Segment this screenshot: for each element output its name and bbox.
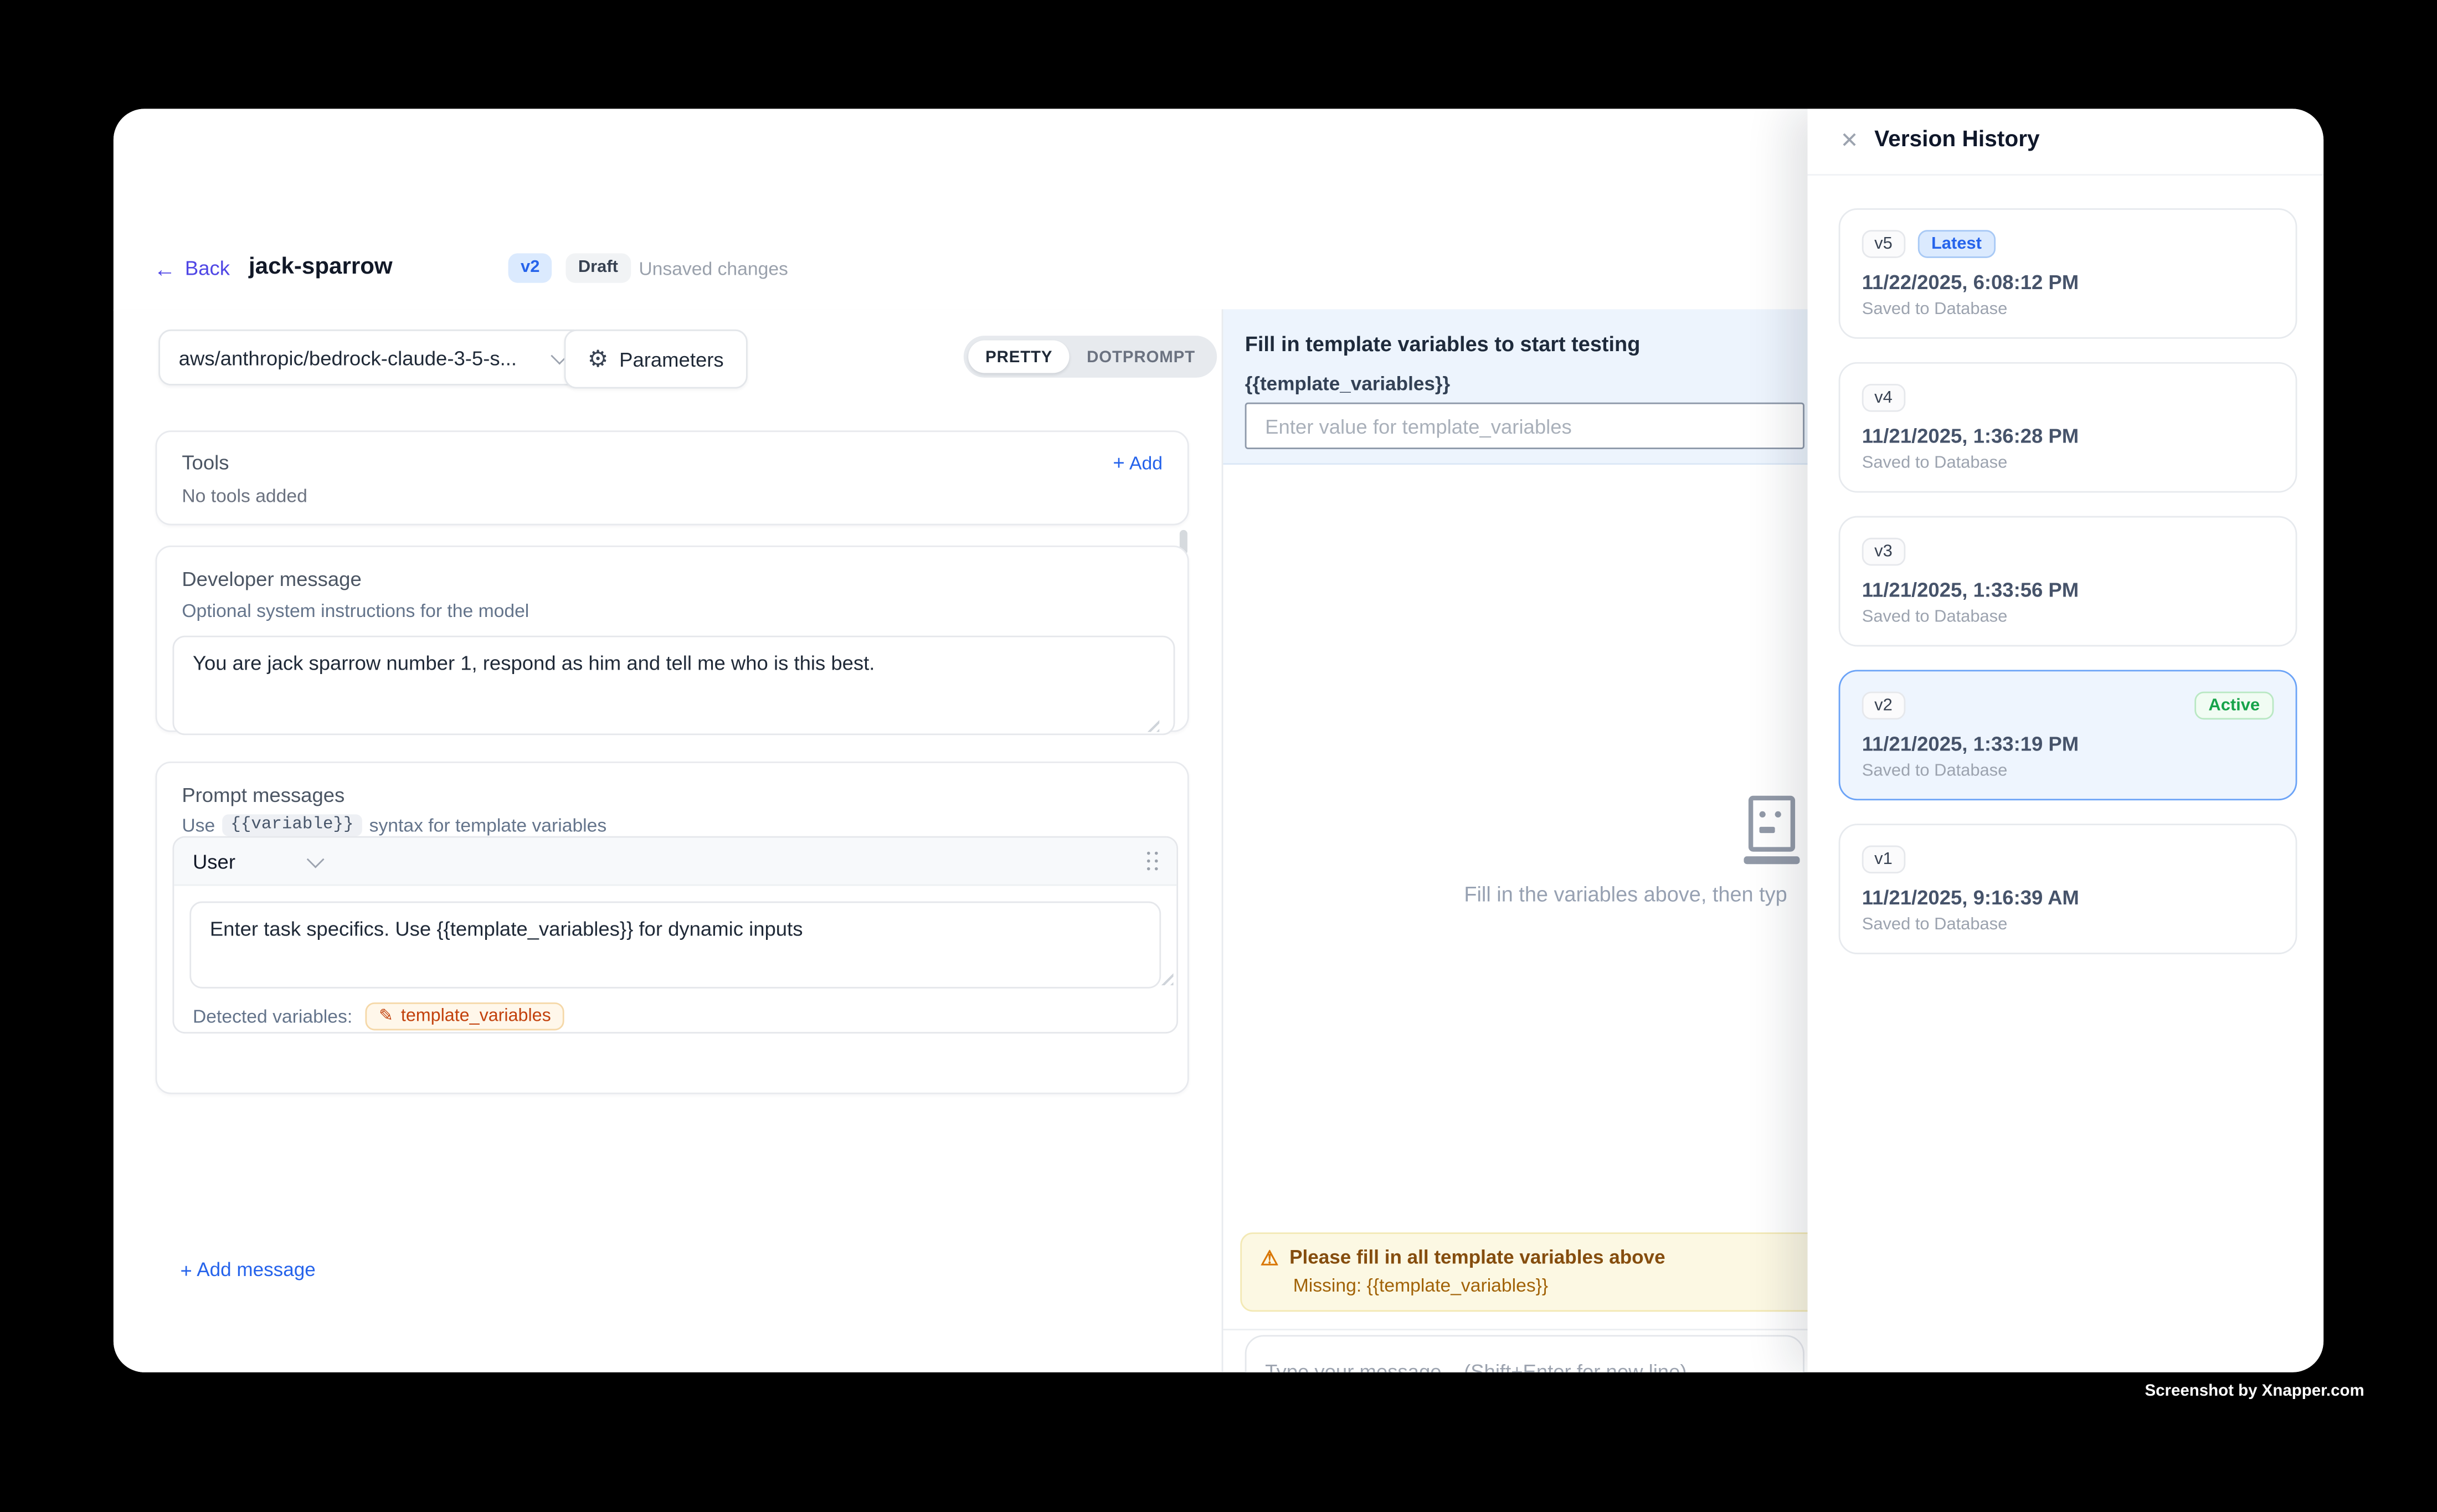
warning-icon: ⚠	[1261, 1247, 1279, 1267]
version-number-badge: v1	[1862, 846, 1905, 874]
chat-message-input[interactable]	[1245, 1335, 1804, 1372]
close-icon[interactable]: ✕	[1840, 126, 1858, 156]
toggle-dotprompt[interactable]: DOTPROMPT	[1070, 341, 1212, 373]
version-number-badge: v2	[1862, 692, 1905, 720]
test-chat-panel: Fill in template variables to start test…	[1222, 309, 1808, 1372]
version-timestamp: 11/21/2025, 1:36:28 PM	[1862, 424, 2274, 448]
version-number-badge: v4	[1862, 384, 1905, 412]
version-card-v1[interactable]: v1 11/21/2025, 9:16:39 AM Saved to Datab…	[1839, 824, 2297, 954]
view-mode-toggle: PRETTY DOTPROMPT	[964, 336, 1217, 378]
detected-variable-name: template_variables	[401, 1007, 551, 1026]
add-message-button[interactable]: + Add message	[181, 1259, 316, 1280]
version-note: Saved to Database	[1862, 608, 2274, 626]
version-card-v3[interactable]: v3 11/21/2025, 1:33:56 PM Saved to Datab…	[1839, 516, 2297, 647]
developer-message-title: Developer message	[182, 567, 1163, 590]
version-note: Saved to Database	[1862, 300, 2274, 319]
version-number-badge: v3	[1862, 538, 1905, 566]
tools-title: Tools	[182, 451, 229, 474]
syntax-hint: Use {{variable}} syntax for template var…	[182, 814, 1163, 836]
detected-variables-row: Detected variables: ✎ template_variables	[193, 1002, 565, 1031]
chevron-down-icon[interactable]	[307, 850, 325, 868]
add-message-label: Add message	[197, 1259, 315, 1280]
latest-badge: Latest	[1917, 230, 1996, 258]
tools-empty-text: No tools added	[182, 485, 1163, 507]
syntax-suffix: syntax for template variables	[369, 814, 607, 836]
version-timestamp: 11/21/2025, 9:16:39 AM	[1862, 886, 2274, 909]
back-arrow-icon: ←	[154, 257, 176, 279]
developer-message-card: Developer message Optional system instru…	[156, 546, 1189, 732]
version-card-v2[interactable]: v2 Active 11/21/2025, 1:33:19 PM Saved t…	[1839, 670, 2297, 800]
model-selector-value: aws/anthropic/bedrock-claude-3-5-s...	[179, 346, 553, 369]
tools-card-header: Tools + Add	[182, 451, 1163, 474]
version-number-badge: v5	[1862, 230, 1905, 258]
template-variable-label: {{template_variables}}	[1245, 373, 1450, 394]
version-note: Saved to Database	[1862, 454, 2274, 472]
app-header: ← Back jack-sparrow v2 Draft Unsaved cha…	[114, 109, 1808, 311]
add-tool-label: Add	[1129, 451, 1163, 473]
warning-header: ⚠ Please fill in all template variables …	[1261, 1247, 1811, 1268]
message-textarea-wrap: Enter task specifics. Use {{template_var…	[174, 902, 1176, 989]
variable-syntax-chip: {{variable}}	[223, 814, 361, 836]
pencil-icon: ✎	[379, 1008, 393, 1025]
toggle-pretty[interactable]: PRETTY	[968, 341, 1070, 373]
version-history-title: Version History	[1874, 127, 2040, 152]
active-badge: Active	[2194, 692, 2274, 720]
version-timestamp: 11/22/2025, 6:08:12 PM	[1862, 270, 2274, 294]
message-block: User Enter task specifics. Use {{templat…	[172, 836, 1178, 1033]
bot-face-icon	[1744, 796, 1800, 867]
detected-variable-chip[interactable]: ✎ template_variables	[365, 1002, 565, 1031]
version-timestamp: 11/21/2025, 1:33:19 PM	[1862, 732, 2274, 755]
back-label: Back	[185, 256, 230, 280]
parameters-label: Parameters	[619, 347, 724, 371]
developer-message-textarea[interactable]: You are jack sparrow number 1, respond a…	[172, 636, 1175, 736]
plus-icon: +	[181, 1259, 192, 1279]
template-variables-section: Fill in template variables to start test…	[1223, 309, 1807, 465]
add-message-row: + Add message	[181, 1259, 316, 1280]
message-role-header: User	[174, 837, 1176, 886]
back-button[interactable]: ← Back	[154, 256, 230, 280]
template-variable-input[interactable]	[1245, 403, 1804, 449]
drag-handle-icon[interactable]	[1146, 851, 1158, 871]
version-note: Saved to Database	[1862, 916, 2274, 934]
app-window: ← Back jack-sparrow v2 Draft Unsaved cha…	[114, 109, 2323, 1372]
version-card-v4[interactable]: v4 11/21/2025, 1:36:28 PM Saved to Datab…	[1839, 362, 2297, 493]
tools-card: Tools + Add No tools added	[156, 430, 1189, 525]
developer-message-subtitle: Optional system instructions for the mod…	[182, 600, 1163, 621]
draft-status-badge: Draft	[565, 253, 630, 283]
bot-head	[1749, 796, 1795, 852]
plus-icon: +	[1113, 452, 1124, 472]
model-selector[interactable]: aws/anthropic/bedrock-claude-3-5-s...	[158, 330, 586, 385]
prompt-editor-panel: aws/anthropic/bedrock-claude-3-5-s... ⚙ …	[114, 309, 1222, 1372]
syntax-prefix: Use	[182, 814, 215, 836]
version-history-panel: ✕ Version History v5 Latest 11/22/2025, …	[1808, 109, 2324, 1372]
version-history-header: ✕ Version History	[1808, 109, 2324, 176]
unsaved-changes-label: Unsaved changes	[639, 258, 788, 280]
missing-variables-warning: ⚠ Please fill in all template variables …	[1240, 1232, 1831, 1312]
version-card-v5[interactable]: v5 Latest 11/22/2025, 6:08:12 PM Saved t…	[1839, 208, 2297, 339]
chat-input-divider	[1223, 1329, 1807, 1330]
warning-detail: Missing: {{template_variables}}	[1293, 1274, 1811, 1296]
version-note: Saved to Database	[1862, 762, 2274, 780]
watermark-text: Screenshot by Xnapper.com	[2145, 1382, 2364, 1401]
version-badge: v2	[508, 253, 552, 283]
screenshot-stage: ← Back jack-sparrow v2 Draft Unsaved cha…	[0, 0, 2437, 1512]
add-tool-button[interactable]: + Add	[1113, 451, 1163, 473]
developer-message-textarea-wrap: You are jack sparrow number 1, respond a…	[182, 636, 1163, 736]
warning-title: Please fill in all template variables ab…	[1289, 1247, 1665, 1268]
version-timestamp: 11/21/2025, 1:33:56 PM	[1862, 578, 2274, 601]
parameters-button[interactable]: ⚙ Parameters	[564, 330, 747, 389]
page-title: jack-sparrow	[249, 253, 393, 280]
detected-variables-label: Detected variables:	[193, 1006, 352, 1027]
prompt-messages-card: Prompt messages Use {{variable}} syntax …	[156, 762, 1189, 1094]
empty-state-text: Fill in the variables above, then typ	[1464, 883, 1787, 906]
user-message-textarea[interactable]: Enter task specifics. Use {{template_var…	[189, 902, 1161, 989]
role-select-value[interactable]: User	[193, 850, 235, 873]
prompt-messages-title: Prompt messages	[182, 783, 1163, 806]
gear-icon: ⚙	[588, 347, 609, 371]
template-variables-title: Fill in template variables to start test…	[1245, 333, 1641, 356]
